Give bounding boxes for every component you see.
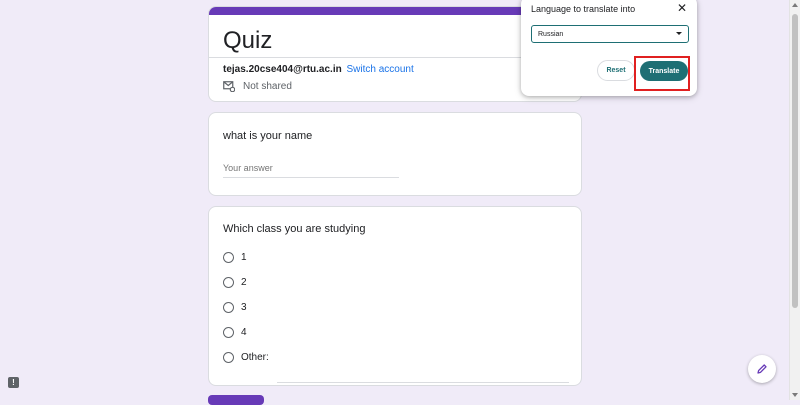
- option-label: 4: [241, 327, 247, 338]
- radio-option-3[interactable]: 3: [223, 302, 247, 313]
- radio-option-1[interactable]: 1: [223, 252, 247, 263]
- page-scrollbar[interactable]: [789, 0, 800, 400]
- radio-option-other[interactable]: Other:: [223, 352, 269, 363]
- shared-status: Not shared: [223, 81, 292, 92]
- form-title: Quiz: [223, 27, 273, 54]
- mail-shared-icon: [223, 81, 235, 92]
- option-label: Other:: [241, 352, 269, 363]
- radio-button[interactable]: [223, 327, 234, 338]
- selected-language: Russian: [538, 30, 564, 38]
- popup-title: Language to translate into: [531, 4, 636, 14]
- option-label: 2: [241, 277, 247, 288]
- scroll-thumb[interactable]: [792, 14, 798, 308]
- option-label: 3: [241, 302, 247, 313]
- other-text-input[interactable]: [277, 366, 569, 383]
- scroll-down-arrow[interactable]: [792, 393, 798, 397]
- option-label: 1: [241, 252, 247, 263]
- switch-account-link[interactable]: Switch account: [347, 64, 414, 75]
- question-card-name: what is your name: [208, 112, 582, 196]
- account-email: tejas.20cse404@rtu.ac.in: [223, 64, 342, 75]
- radio-button[interactable]: [223, 352, 234, 363]
- translate-button[interactable]: Translate: [640, 61, 688, 81]
- account-line: tejas.20cse404@rtu.ac.in Switch account: [223, 64, 414, 75]
- caret-down-icon: [676, 32, 682, 35]
- radio-option-4[interactable]: 4: [223, 327, 247, 338]
- question-title: what is your name: [223, 130, 313, 142]
- shared-status-label: Not shared: [243, 81, 292, 92]
- translate-popup: Language to translate into ✕ Russian Res…: [521, 0, 697, 96]
- radio-option-2[interactable]: 2: [223, 277, 247, 288]
- scroll-up-arrow[interactable]: [792, 3, 798, 7]
- radio-button[interactable]: [223, 277, 234, 288]
- reset-button[interactable]: Reset: [597, 60, 635, 81]
- submit-button[interactable]: [208, 395, 264, 405]
- report-icon[interactable]: !: [8, 377, 19, 388]
- radio-button[interactable]: [223, 252, 234, 263]
- pencil-icon: [757, 364, 767, 374]
- language-select[interactable]: Russian: [531, 25, 689, 43]
- close-icon[interactable]: ✕: [677, 1, 687, 15]
- radio-button[interactable]: [223, 302, 234, 313]
- edit-button[interactable]: [748, 355, 776, 383]
- question-title: Which class you are studying: [223, 223, 366, 235]
- name-answer-input[interactable]: [223, 159, 399, 178]
- question-card-class: Which class you are studying 1 2 3 4 Oth…: [208, 206, 582, 386]
